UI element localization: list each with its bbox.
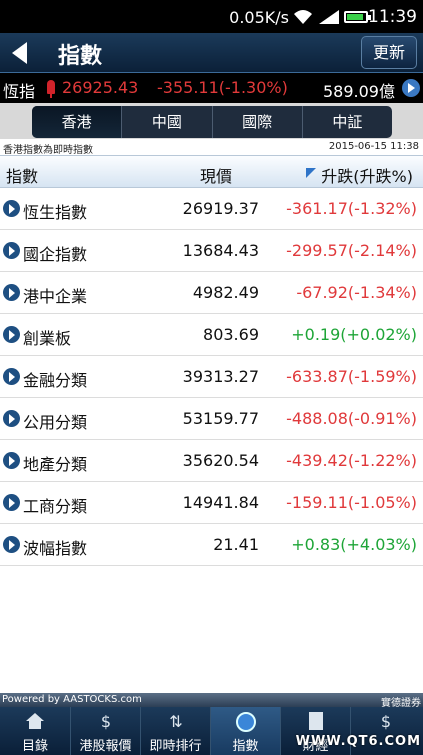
ticker-price: 26925.43 <box>62 78 139 97</box>
index-change: +0.19(+0.02%) <box>291 325 417 344</box>
nav-item-indices[interactable]: 指數 <box>210 707 280 755</box>
nav-label: 港股報價 <box>79 739 132 754</box>
watermark: WWW.QT6.COM <box>295 734 421 749</box>
tab-china[interactable]: 中國 <box>121 106 211 138</box>
index-price: 53159.77 <box>182 409 259 428</box>
nav-label: 指數 <box>232 739 259 754</box>
table-row[interactable]: 地產分類 35620.54 -439.42(-1.22%) <box>0 440 423 482</box>
realtime-note: 香港指數為即時指數 <box>3 145 93 156</box>
table-row[interactable]: 創業板 803.69 +0.19(+0.02%) <box>0 314 423 356</box>
main-content: 香港 中國 國際 中証 香港指數為即時指數 2015-06-15 11:38 指… <box>0 103 423 693</box>
region-tabs: 香港 中國 國際 中証 <box>32 106 392 138</box>
table-row[interactable]: 金融分類 39313.27 -633.87(-1.59%) <box>0 356 423 398</box>
column-header-price[interactable]: 現價 <box>200 163 232 187</box>
index-change: +0.83(+4.03%) <box>291 535 417 554</box>
status-bar: 0.05K/s 11:39 <box>0 0 423 33</box>
nav-label: 目錄 <box>21 739 48 754</box>
info-bar: 香港指數為即時指數 2015-06-15 11:38 <box>0 139 423 156</box>
index-list: 恆生指數 26919.37 -361.17(-1.32%) 國企指數 13684.43 -… <box>0 188 423 566</box>
table-row[interactable]: 恆生指數 26919.37 -361.17(-1.32%) <box>0 188 423 230</box>
network-speed: 0.05K/s <box>229 8 289 27</box>
index-price: 26919.37 <box>182 199 259 218</box>
app-header: 指數 更新 <box>0 33 423 73</box>
index-name: 工商分類 <box>23 497 88 516</box>
index-change: -299.57(-2.14%) <box>286 241 417 260</box>
index-name: 地產分類 <box>23 455 88 474</box>
wifi-icon <box>294 10 312 24</box>
table-row[interactable]: 港中企業 4982.49 -67.92(-1.34%) <box>0 272 423 314</box>
index-price: 4982.49 <box>192 283 259 302</box>
index-name: 公用分類 <box>23 413 88 432</box>
expand-arrow-icon <box>3 200 20 217</box>
column-header-index[interactable]: 指數 <box>6 163 38 187</box>
page-title: 指數 <box>58 44 103 69</box>
tab-hong-kong[interactable]: 香港 <box>32 106 122 138</box>
expand-arrow-icon <box>3 494 20 511</box>
tab-international[interactable]: 國際 <box>211 106 302 138</box>
updown-arrows-icon: ⇅ <box>169 712 183 731</box>
battery-icon <box>344 11 371 23</box>
expand-arrow-icon <box>3 284 20 301</box>
column-header-change[interactable]: 升跌(升跌%) <box>321 163 413 187</box>
powered-by-bar: Powered by AASTOCKS.com 實德證券 <box>0 693 423 709</box>
dollar-icon: $ <box>380 712 392 731</box>
expand-arrow-icon <box>3 368 20 385</box>
update-datetime: 2015-06-15 11:38 <box>328 141 419 152</box>
index-name: 港中企業 <box>23 287 88 306</box>
table-row[interactable]: 工商分類 14941.84 -159.11(-1.05%) <box>0 482 423 524</box>
index-name: 創業板 <box>23 329 72 348</box>
expand-arrow-icon <box>3 326 20 343</box>
refresh-button[interactable]: 更新 <box>361 36 417 69</box>
index-name: 金融分類 <box>23 371 88 390</box>
ticker-name: 恆指 <box>3 82 36 101</box>
index-price: 21.41 <box>213 535 259 554</box>
index-price: 803.69 <box>203 325 259 344</box>
next-arrow-icon[interactable] <box>402 79 420 97</box>
index-change: -439.42(-1.22%) <box>286 451 417 470</box>
table-row[interactable]: 國企指數 13684.43 -299.57(-2.14%) <box>0 230 423 272</box>
ticker-change: -355.11(-1.30%) <box>157 78 288 97</box>
expand-arrow-icon <box>3 242 20 259</box>
ticker-turnover: 589.09億 <box>323 82 395 101</box>
expand-arrow-icon <box>3 410 20 427</box>
table-row[interactable]: 波幅指數 21.41 +0.83(+4.03%) <box>0 524 423 566</box>
globe-icon <box>236 712 256 732</box>
document-icon <box>309 712 323 730</box>
table-row[interactable]: 公用分類 53159.77 -488.08(-0.91%) <box>0 398 423 440</box>
index-price: 35620.54 <box>182 451 259 470</box>
nav-item-menu[interactable]: 目錄 <box>0 707 70 755</box>
signal-icon <box>319 10 339 24</box>
index-name: 國企指數 <box>23 245 88 264</box>
down-indicator-icon <box>47 80 55 98</box>
sort-indicator-icon <box>306 168 316 178</box>
nav-item-rankings[interactable]: ⇅ 即時排行 <box>140 707 210 755</box>
expand-arrow-icon <box>3 536 20 553</box>
nav-item-hk-quotes[interactable]: $ 港股報價 <box>70 707 140 755</box>
index-price: 14941.84 <box>182 493 259 512</box>
index-change: -67.92(-1.34%) <box>296 283 417 302</box>
home-icon <box>26 713 44 729</box>
index-price: 13684.43 <box>182 241 259 260</box>
index-change: -159.11(-1.05%) <box>286 493 417 512</box>
index-price: 39313.27 <box>182 367 259 386</box>
nav-label: 即時排行 <box>149 739 202 754</box>
powered-by-text: Powered by AASTOCKS.com <box>2 694 142 705</box>
back-arrow-icon[interactable] <box>12 42 27 64</box>
clock: 11:39 <box>368 7 417 27</box>
expand-arrow-icon <box>3 452 20 469</box>
index-name: 恆生指數 <box>23 203 88 222</box>
index-change: -488.08(-0.91%) <box>286 409 417 428</box>
table-header: 指數 現價 升跌(升跌%) <box>0 155 423 188</box>
index-ticker[interactable]: 恆指 26925.43 -355.11(-1.30%) 589.09億 <box>0 73 423 103</box>
index-change: -633.87(-1.59%) <box>286 367 417 386</box>
index-change: -361.17(-1.32%) <box>286 199 417 218</box>
index-name: 波幅指數 <box>23 539 88 558</box>
dollar-icon: $ <box>100 712 112 731</box>
tab-csi[interactable]: 中証 <box>301 106 392 138</box>
region-tabs-bar: 香港 中國 國際 中証 <box>0 103 423 139</box>
